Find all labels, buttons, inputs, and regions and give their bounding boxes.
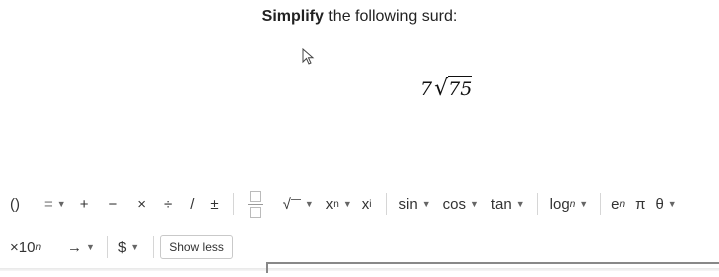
- pi-label: π: [635, 195, 646, 213]
- chevron-down-icon: ▼: [342, 199, 352, 209]
- times-button[interactable]: ×: [137, 196, 146, 213]
- power-exp: n: [333, 198, 339, 210]
- question-text: Simplify the following surd:: [0, 8, 719, 26]
- theta-label: θ: [655, 195, 664, 213]
- show-less-button[interactable]: Show less: [160, 235, 233, 259]
- minus-button[interactable]: −: [108, 196, 117, 213]
- pi-button[interactable]: π: [635, 196, 645, 213]
- subscript-button[interactable]: xi: [362, 196, 372, 213]
- tan-dropdown[interactable]: tan ▼: [491, 196, 525, 213]
- radical-icon: √: [434, 76, 449, 101]
- slash-label: /: [190, 195, 195, 213]
- plusminus-button[interactable]: ±: [210, 196, 218, 213]
- chevron-down-icon: ▼: [86, 242, 95, 252]
- plus-button[interactable]: +: [80, 196, 89, 213]
- question-bold: Simplify: [261, 8, 324, 25]
- exp-base: e: [611, 195, 620, 213]
- arrow-label: →: [67, 238, 83, 256]
- divide-button[interactable]: ÷: [164, 196, 172, 213]
- exponential-button[interactable]: en: [611, 196, 625, 213]
- chevron-down-icon: ▼: [667, 199, 677, 209]
- times-label: ×: [137, 195, 146, 213]
- mouse-cursor-icon: [302, 48, 315, 65]
- dollar-label: $: [117, 238, 127, 256]
- surd-expression: 7 √ 75: [420, 76, 473, 101]
- equals-dropdown[interactable]: = ▼: [44, 196, 66, 213]
- divide-label: ÷: [163, 195, 173, 213]
- sin-label: sin: [398, 195, 418, 213]
- parentheses-label: (): [10, 195, 20, 213]
- plusminus-label: ±: [210, 195, 219, 213]
- divider: [600, 193, 602, 215]
- chevron-down-icon: ▼: [304, 199, 314, 209]
- coefficient: 7: [420, 78, 433, 100]
- sci-sup: n: [35, 241, 42, 253]
- math-toolbar: () = ▼ + − × ÷ / ± √ ▼ x n ▼ xi sin ▼ cos ▼ ta…: [0, 188, 719, 220]
- radicand: 75: [448, 76, 473, 100]
- log-sub: n: [569, 198, 576, 210]
- power-base: x: [325, 195, 334, 213]
- divider: [536, 193, 538, 215]
- answer-input-box[interactable]: [0, 262, 719, 273]
- log-dropdown[interactable]: log n ▼: [550, 196, 589, 213]
- divider: [106, 236, 108, 258]
- exp-sup: n: [619, 198, 626, 210]
- parentheses-button[interactable]: (): [10, 196, 20, 213]
- minus-label: −: [108, 195, 118, 213]
- sci-prefix: ×10: [10, 238, 36, 256]
- arrow-dropdown[interactable]: → ▼: [67, 239, 95, 256]
- equals-label: =: [44, 195, 53, 213]
- math-toolbar-row-2: ×10 n → ▼ $ ▼ Show less: [0, 232, 719, 262]
- log-label: log: [549, 195, 570, 213]
- chevron-down-icon: ▼: [579, 199, 589, 209]
- plus-label: +: [79, 195, 89, 213]
- slash-button[interactable]: /: [190, 196, 194, 213]
- question-rest: the following surd:: [323, 8, 458, 25]
- chevron-down-icon: ▼: [469, 199, 479, 209]
- sqrt-bar: [290, 198, 301, 200]
- currency-dropdown[interactable]: $ ▼: [118, 239, 139, 256]
- fraction-button[interactable]: [247, 190, 263, 218]
- divider: [385, 193, 387, 215]
- cos-dropdown[interactable]: cos ▼: [443, 196, 479, 213]
- sin-dropdown[interactable]: sin ▼: [399, 196, 431, 213]
- sqrt-label: √: [282, 195, 291, 213]
- chevron-down-icon: ▼: [421, 199, 431, 209]
- power-dropdown[interactable]: x n ▼: [326, 196, 352, 213]
- tan-label: tan: [490, 195, 512, 213]
- subscript-base: x: [361, 195, 370, 213]
- fraction-icon: [247, 190, 263, 218]
- theta-dropdown[interactable]: θ ▼: [655, 196, 676, 213]
- chevron-down-icon: ▼: [515, 199, 525, 209]
- chevron-down-icon: ▼: [130, 242, 140, 252]
- divider: [153, 236, 155, 258]
- chevron-down-icon: ▼: [56, 199, 66, 209]
- cos-label: cos: [442, 195, 466, 213]
- scientific-notation-button[interactable]: ×10 n: [10, 239, 41, 256]
- divider: [232, 193, 234, 215]
- sqrt-dropdown[interactable]: √ ▼: [283, 196, 314, 213]
- subscript-sub: i: [369, 198, 372, 210]
